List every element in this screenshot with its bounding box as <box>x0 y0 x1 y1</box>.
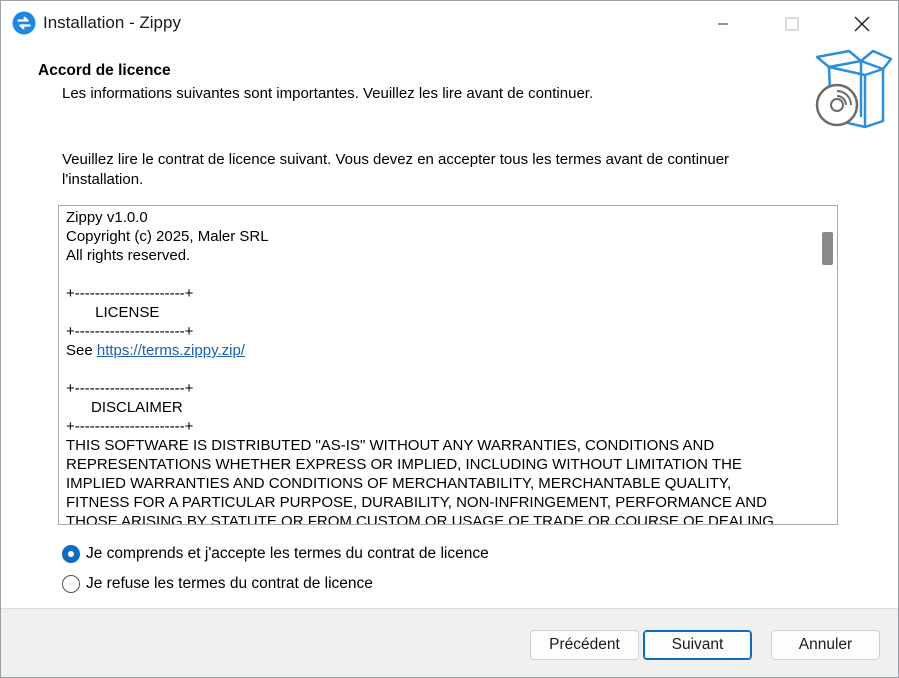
license-line: REPRESENTATIONS WHETHER EXPRESS OR IMPLI… <box>66 456 742 473</box>
license-instructions: Veuillez lire le contrat de licence suiv… <box>62 151 730 188</box>
refuse-license-option[interactable]: Je refuse les termes du contrat de licen… <box>62 573 373 595</box>
close-icon <box>854 15 870 32</box>
license-line: DISCLAIMER <box>66 399 183 416</box>
refuse-radio[interactable] <box>62 575 80 593</box>
install-box-disc-icon <box>815 49 893 129</box>
close-button[interactable] <box>834 1 890 46</box>
accept-label[interactable]: Je comprends et j'accepte les termes du … <box>86 545 489 563</box>
license-scrollbar[interactable] <box>815 206 837 524</box>
license-line: +----------------------+ <box>66 323 194 340</box>
installer-window: Installation - Zippy Accord de licence L… <box>0 0 899 678</box>
cancel-button[interactable]: Annuler <box>771 630 880 660</box>
license-line: LICENSE <box>66 304 160 321</box>
maximize-button[interactable] <box>764 1 820 46</box>
license-line: THIS SOFTWARE IS DISTRIBUTED "AS-IS" WIT… <box>66 437 715 454</box>
wizard-header: Accord de licence Les informations suiva… <box>1 46 898 131</box>
refuse-label[interactable]: Je refuse les termes du contrat de licen… <box>86 575 373 593</box>
terms-link[interactable]: https://terms.zippy.zip/ <box>97 342 245 359</box>
wizard-body: Veuillez lire le contrat de licence suiv… <box>1 131 898 608</box>
license-line: IMPLIED WARRANTIES AND CONDITIONS OF MER… <box>66 475 732 492</box>
license-line: Copyright (c) 2025, Maler SRL <box>66 228 269 245</box>
maximize-icon <box>785 16 799 31</box>
page-title: Accord de licence <box>38 62 171 79</box>
next-button[interactable]: Suivant <box>643 630 752 660</box>
scrollbar-thumb[interactable] <box>822 232 833 265</box>
license-text[interactable]: Zippy v1.0.0 Copyright (c) 2025, Maler S… <box>66 208 806 525</box>
license-see-prefix: See <box>66 342 97 359</box>
license-line: +----------------------+ <box>66 380 194 397</box>
license-line: All rights reserved. <box>66 247 191 264</box>
license-line: THOSE ARISING BY STATUTE OR FROM CUSTOM … <box>66 513 774 525</box>
license-line: +----------------------+ <box>66 418 194 435</box>
minimize-button[interactable] <box>695 1 751 46</box>
accept-radio[interactable] <box>62 545 80 563</box>
wizard-footer: Précédent Suivant Annuler <box>1 608 898 677</box>
zippy-app-icon <box>12 11 36 35</box>
page-subtitle: Les informations suivantes sont importan… <box>62 85 594 102</box>
accept-license-option[interactable]: Je comprends et j'accepte les termes du … <box>62 543 489 565</box>
license-line: FITNESS FOR A PARTICULAR PURPOSE, DURABI… <box>66 494 767 511</box>
minimize-icon <box>718 23 728 24</box>
previous-button[interactable]: Précédent <box>530 630 639 660</box>
title-bar[interactable]: Installation - Zippy <box>1 1 898 46</box>
license-text-box[interactable]: Zippy v1.0.0 Copyright (c) 2025, Maler S… <box>58 205 838 525</box>
window-title: Installation - Zippy <box>43 13 181 32</box>
license-line: Zippy v1.0.0 <box>66 209 148 226</box>
license-line: +----------------------+ <box>66 285 194 302</box>
